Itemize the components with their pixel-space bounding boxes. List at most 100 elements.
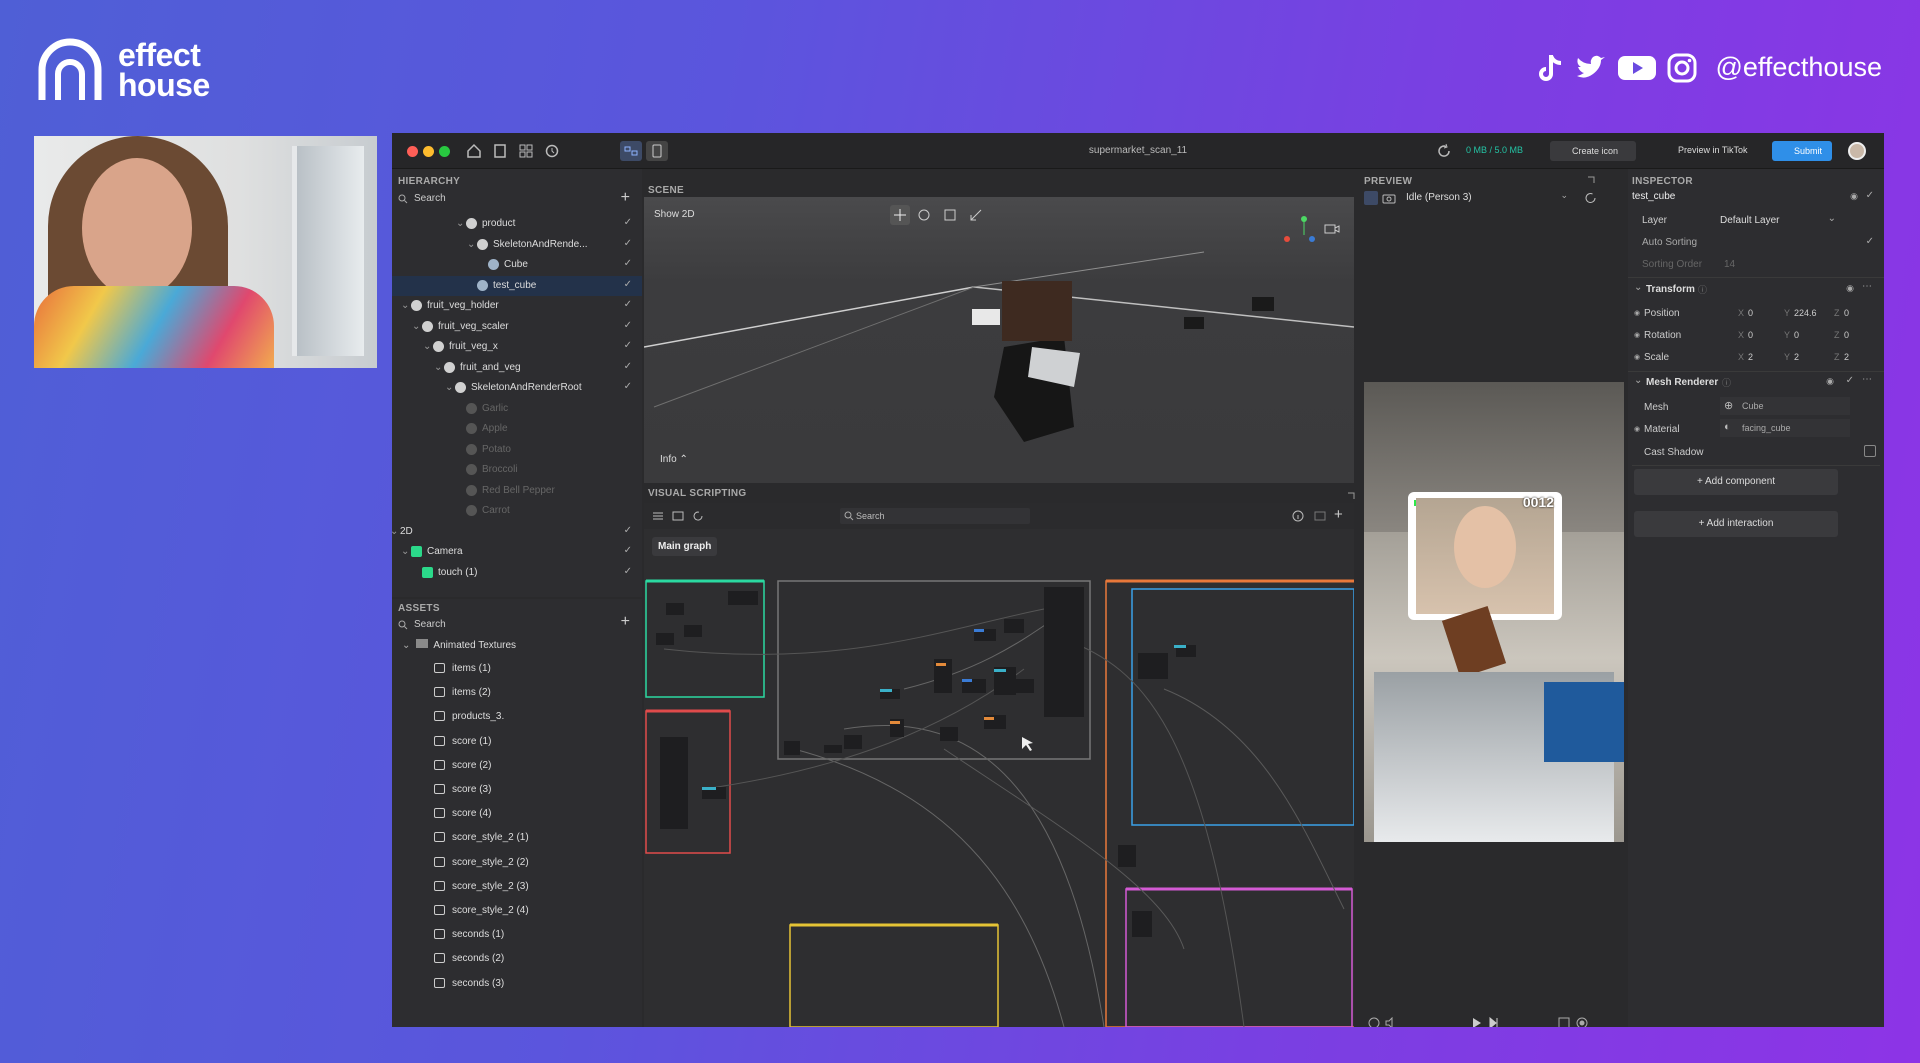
- asset-item[interactable]: score (1): [392, 732, 642, 752]
- position-y-field[interactable]: 224.6: [1794, 308, 1817, 318]
- assets-search[interactable]: Search: [398, 617, 618, 633]
- asset-item[interactable]: seconds (2): [392, 949, 642, 969]
- scale-x-field[interactable]: 2: [1748, 352, 1753, 362]
- move-tool-button[interactable]: [890, 205, 910, 225]
- help-icon[interactable]: ⓘ: [1722, 376, 1731, 389]
- add-component-button[interactable]: + Add component: [1634, 469, 1838, 495]
- mesh-field[interactable]: ⊕ Cube: [1720, 397, 1850, 415]
- hierarchy-item[interactable]: ⌄ fruit_and_veg ✓: [392, 358, 642, 378]
- screenshot-icon[interactable]: [1558, 1017, 1570, 1027]
- visibility-check-icon[interactable]: ✓: [624, 238, 632, 249]
- material-keyframe-icon[interactable]: ◉: [1634, 425, 1640, 433]
- popout-icon[interactable]: [1586, 175, 1596, 185]
- scene-viewport[interactable]: Show 2D Info ⌃: [644, 197, 1354, 483]
- visibility-check-icon[interactable]: ✓: [624, 545, 632, 556]
- chevron-down-icon[interactable]: ⌄: [1634, 282, 1642, 293]
- info-toggle[interactable]: Info ⌃: [660, 454, 688, 465]
- position-z-field[interactable]: 0: [1844, 308, 1849, 318]
- chevron-down-icon[interactable]: ⌄: [467, 239, 475, 250]
- chevron-down-icon[interactable]: ⌄: [401, 546, 409, 557]
- cast-shadow-checkbox[interactable]: [1864, 445, 1876, 457]
- visibility-check-icon[interactable]: ✓: [624, 320, 632, 331]
- step-forward-icon[interactable]: [1488, 1017, 1500, 1027]
- user-avatar[interactable]: [1848, 142, 1866, 160]
- hierarchy-item[interactable]: ⌄ SkeletonAndRenderRoot ✓: [392, 378, 642, 398]
- play-icon[interactable]: [1470, 1017, 1482, 1027]
- enabled-check-icon[interactable]: ✓: [1866, 190, 1874, 201]
- more-options-icon[interactable]: ⋯: [1862, 281, 1872, 292]
- add-object-icon[interactable]: +: [621, 189, 630, 207]
- asset-item[interactable]: seconds (3): [392, 974, 642, 994]
- graph-search[interactable]: Search: [840, 508, 1030, 524]
- asset-item[interactable]: score_style_2 (3): [392, 877, 642, 897]
- visibility-check-icon[interactable]: ✓: [624, 566, 632, 577]
- panel-icon[interactable]: [1314, 510, 1326, 522]
- chevron-down-icon[interactable]: ⌄: [401, 300, 409, 311]
- chevron-down-icon[interactable]: ⌄: [392, 526, 398, 537]
- position-x-field[interactable]: 0: [1748, 308, 1753, 318]
- show-2d-toggle[interactable]: Show 2D: [654, 209, 695, 220]
- hierarchy-item[interactable]: Apple: [392, 419, 642, 439]
- help-icon[interactable]: ⓘ: [1698, 283, 1707, 296]
- chevron-down-icon[interactable]: ⌄: [423, 341, 431, 352]
- submit-button[interactable]: Submit: [1772, 141, 1832, 161]
- asset-item[interactable]: seconds (1): [392, 925, 642, 945]
- visibility-check-icon[interactable]: ✓: [624, 361, 632, 372]
- hierarchy-item[interactable]: ⌄ SkeletonAndRende... ✓: [392, 235, 642, 255]
- asset-item[interactable]: score_style_2 (4): [392, 901, 642, 921]
- folder-animated-textures[interactable]: ⌄ Animated Textures: [402, 639, 516, 657]
- info-icon[interactable]: [1292, 510, 1304, 522]
- audio-icon[interactable]: [1368, 1017, 1380, 1027]
- hierarchy-item[interactable]: ⌄ Camera ✓: [392, 542, 642, 562]
- add-node-icon[interactable]: +: [1334, 506, 1343, 523]
- asset-item[interactable]: items (1): [392, 659, 642, 679]
- hierarchy-item[interactable]: Potato: [392, 440, 642, 460]
- more-options-icon[interactable]: ⋯: [1862, 374, 1872, 385]
- scale-y-field[interactable]: 2: [1794, 352, 1799, 362]
- rotation-z-field[interactable]: 0: [1844, 330, 1849, 340]
- popout-icon[interactable]: [1346, 491, 1356, 501]
- visibility-check-icon[interactable]: ✓: [624, 340, 632, 351]
- reload-icon[interactable]: [692, 510, 704, 522]
- asset-item[interactable]: products_3.: [392, 707, 642, 727]
- visibility-check-icon[interactable]: ✓: [624, 299, 632, 310]
- menu-icon[interactable]: [652, 510, 664, 522]
- chevron-down-icon[interactable]: ⌄: [445, 382, 453, 393]
- hierarchy-search[interactable]: Search: [398, 191, 618, 207]
- visibility-icon[interactable]: ◉: [1846, 283, 1854, 294]
- hierarchy-item[interactable]: Cube ✓: [392, 255, 642, 275]
- create-icon-button[interactable]: Create icon: [1550, 141, 1636, 161]
- chevron-down-icon[interactable]: ⌄: [434, 362, 442, 373]
- visibility-check-icon[interactable]: ✓: [624, 217, 632, 228]
- preview-in-tiktok-button[interactable]: Preview in TikTok: [1664, 145, 1748, 155]
- chevron-down-icon[interactable]: ⌄: [412, 321, 420, 332]
- enabled-check-icon[interactable]: ✓: [1846, 375, 1854, 386]
- hierarchy-item[interactable]: Broccoli: [392, 460, 642, 480]
- rotation-y-field[interactable]: 0: [1794, 330, 1799, 340]
- visibility-check-icon[interactable]: ✓: [624, 525, 632, 536]
- asset-item[interactable]: score_style_2 (2): [392, 853, 642, 873]
- camera-icon[interactable]: [1382, 192, 1396, 204]
- asset-item[interactable]: score (4): [392, 804, 642, 824]
- person-select[interactable]: Idle (Person 3) ⌄: [1402, 189, 1572, 207]
- hierarchy-item[interactable]: ⌄ fruit_veg_scaler ✓: [392, 317, 642, 337]
- hierarchy-item[interactable]: ⌄ product ✓: [392, 214, 642, 234]
- auto-sorting-checkbox[interactable]: ✓: [1866, 236, 1874, 247]
- visibility-icon[interactable]: ◉: [1850, 191, 1858, 202]
- scale-keyframe-icon[interactable]: ◉: [1634, 353, 1640, 361]
- rotation-keyframe-icon[interactable]: ◉: [1634, 331, 1640, 339]
- camera-view-icon[interactable]: [1324, 223, 1340, 235]
- volume-icon[interactable]: [1384, 1017, 1398, 1027]
- new-graph-icon[interactable]: [672, 510, 684, 522]
- scale-z-field[interactable]: 2: [1844, 352, 1849, 362]
- refresh-icon[interactable]: [1436, 143, 1452, 159]
- hierarchy-item[interactable]: Garlic: [392, 399, 642, 419]
- material-field[interactable]: ◐ facing_cube: [1720, 419, 1850, 437]
- device-mode-icon[interactable]: [1364, 191, 1378, 205]
- chevron-down-icon[interactable]: ⌄: [1634, 375, 1642, 386]
- preview-viewport[interactable]: 0012: [1364, 382, 1624, 842]
- hierarchy-item[interactable]: test_cube ✓: [392, 275, 642, 296]
- asset-item[interactable]: score_style_2 (1): [392, 828, 642, 848]
- scale-icon[interactable]: [942, 207, 958, 223]
- visibility-check-icon[interactable]: ✓: [624, 258, 632, 269]
